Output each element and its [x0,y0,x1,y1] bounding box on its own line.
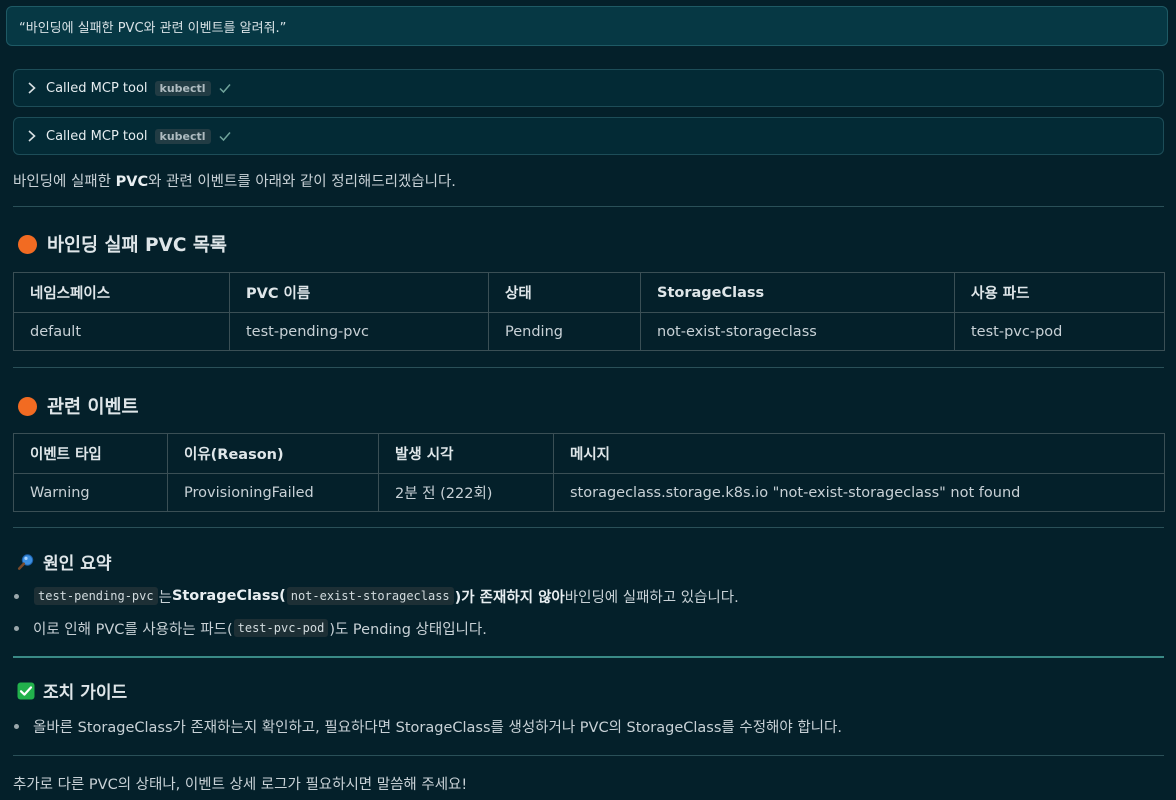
list-text: 바인딩에 실패하고 있습니다. [564,589,739,606]
table-header: StorageClass [640,272,955,313]
section-title-text: 바인딩 실패 PVC 목록 [47,235,227,256]
pvc-table: 네임스페이스 PVC 이름 상태 StorageClass 사용 파드 defa… [13,272,1165,351]
chat-response: “바인딩에 실패한 PVC와 관련 이벤트를 알려줘.” Called MCP … [0,0,1176,800]
closing-text: 추가로 다른 PVC의 상태나, 이벤트 상세 로그가 필요하시면 말씀해 주세… [13,777,468,793]
tool-call-label: Called MCP tool [46,128,148,144]
table-header-row: 이벤트 타입 이유(Reason) 발생 시각 메시지 [13,433,1165,474]
table-header: 상태 [488,272,641,313]
orange-circle-icon [18,234,37,254]
table-cell: not-exist-storageclass [640,312,955,351]
intro-part: 와 관련 이벤트를 아래와 같이 정리해드리겠습니다. [148,174,456,190]
table-cell: test-pvc-pod [954,312,1165,351]
check-mark-button-icon [17,682,35,699]
chevron-right-icon [28,130,36,142]
list-item: 올바른 StorageClass가 존재하는지 확인하고, 필요하다면 Stor… [13,710,842,742]
chevron-right-icon [28,82,36,94]
cause-list: test-pending-pvc 는 StorageClass(not-exist… [13,580,739,644]
tool-call-2[interactable]: Called MCP tool kubectl [13,117,1164,155]
table-cell: storageclass.storage.k8s.io "not-exist-s… [553,473,1165,512]
list-text: 이로 인해 PVC를 사용하는 파드( [33,621,233,638]
orange-circle-icon [18,396,37,416]
section-title-text: 조치 가이드 [43,683,128,703]
intro-bold: PVC [115,174,149,190]
table-header: 이유(Reason) [167,433,379,474]
guide-list: 올바른 StorageClass가 존재하는지 확인하고, 필요하다면 Stor… [13,710,842,742]
divider [13,367,1164,368]
table-cell: test-pending-pvc [229,312,489,351]
table-cell: default [13,312,230,351]
list-text: 는 [158,589,172,606]
checkmark-icon [219,84,231,94]
intro-text: 바인딩에 실패한 PVC와 관련 이벤트를 아래와 같이 정리해드리겠습니다. [13,170,456,191]
inline-code: not-exist-storageclass [286,587,454,605]
table-row: default test-pending-pvc Pending not-exi… [13,312,1165,351]
table-row: Warning ProvisioningFailed 2분 전 (222회) s… [13,473,1165,512]
section-title-guide: 조치 가이드 [17,678,127,703]
list-bold: StorageClass( [171,588,286,604]
table-header: 네임스페이스 [13,272,230,313]
list-text: )도 Pending 상태입니다. [329,621,487,638]
inline-code: test-pvc-pod [233,619,329,637]
table-cell: ProvisioningFailed [167,473,379,512]
list-item: test-pending-pvc 는 StorageClass(not-exist… [13,580,739,612]
tool-call-1[interactable]: Called MCP tool kubectl [13,69,1164,107]
table-cell: Pending [488,312,641,351]
divider [13,527,1164,528]
table-header: 이벤트 타입 [13,433,168,474]
table-header: PVC 이름 [229,272,489,313]
section-title-events: 관련 이벤트 [18,393,139,419]
list-text: 올바른 StorageClass가 존재하는지 확인하고, 필요하다면 Stor… [33,719,842,736]
divider [13,656,1164,658]
section-title-cause: 원인 요약 [17,549,111,574]
user-prompt: “바인딩에 실패한 PVC와 관련 이벤트를 알려줘.” [6,6,1168,46]
section-title-text: 관련 이벤트 [47,397,139,418]
divider [13,206,1164,207]
table-cell: Warning [13,473,168,512]
list-item: 이로 인해 PVC를 사용하는 파드(test-pvc-pod)도 Pendin… [13,612,739,644]
intro-part: 바인딩에 실패한 [13,174,116,190]
magnifying-glass-icon [17,553,34,570]
table-cell: 2분 전 (222회) [378,473,554,512]
divider [13,755,1164,756]
table-header: 발생 시각 [378,433,554,474]
table-header: 메시지 [553,433,1165,474]
checkmark-icon [219,132,231,142]
tool-name-badge: kubectl [154,128,211,144]
events-table: 이벤트 타입 이유(Reason) 발생 시각 메시지 Warning Prov… [13,433,1165,512]
inline-code: test-pending-pvc [34,587,158,605]
section-title-text: 원인 요약 [43,554,112,574]
table-header-row: 네임스페이스 PVC 이름 상태 StorageClass 사용 파드 [13,272,1165,313]
table-header: 사용 파드 [954,272,1165,313]
tool-call-label: Called MCP tool [46,80,148,96]
section-title-pvc: 바인딩 실패 PVC 목록 [18,231,227,257]
list-bold: )가 존재하지 않아 [454,589,565,606]
tool-name-badge: kubectl [154,80,211,96]
user-prompt-text: “바인딩에 실패한 PVC와 관련 이벤트를 알려줘.” [19,20,287,36]
